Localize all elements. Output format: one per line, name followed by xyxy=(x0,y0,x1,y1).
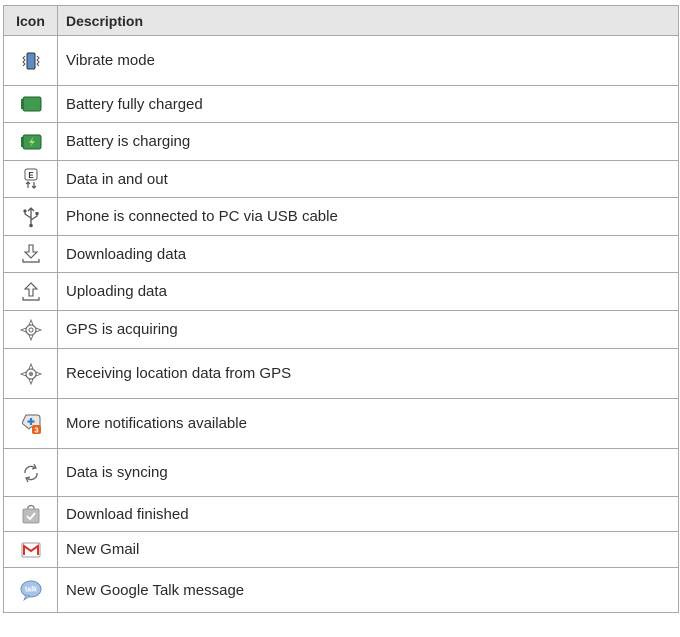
svg-text:E: E xyxy=(28,171,34,180)
gps-acquiring-icon xyxy=(19,318,42,341)
table-header-row: Icon Description xyxy=(3,5,679,36)
google-talk-icon: talk xyxy=(20,579,42,601)
row-description: Uploading data xyxy=(57,272,679,311)
table-row: Uploading data xyxy=(3,272,679,311)
table-row: Data is syncing xyxy=(3,448,679,497)
gmail-icon xyxy=(20,539,42,561)
table-row: Battery fully charged xyxy=(3,85,679,123)
usb-icon xyxy=(20,206,42,228)
row-description: Data is syncing xyxy=(57,448,679,497)
icon-table-container: Icon Description Vibrate mode Battery fu… xyxy=(3,5,679,613)
download-icon xyxy=(20,243,42,265)
status-icon-table: Icon Description Vibrate mode Battery fu… xyxy=(3,5,679,613)
table-row: E Data in and out xyxy=(3,160,679,198)
column-header-description: Description xyxy=(57,5,679,36)
row-description: Receiving location data from GPS xyxy=(57,348,679,399)
row-description: Data in and out xyxy=(57,160,679,198)
sync-icon xyxy=(20,462,42,484)
upload-icon xyxy=(20,281,42,303)
table-row: Phone is connected to PC via USB cable xyxy=(3,197,679,236)
row-description: Phone is connected to PC via USB cable xyxy=(57,197,679,236)
svg-text:talk: talk xyxy=(24,587,36,594)
table-row: Battery is charging xyxy=(3,122,679,161)
row-description: New Gmail xyxy=(57,531,679,568)
battery-charging-icon xyxy=(20,131,42,153)
vibrate-icon xyxy=(20,50,42,72)
table-row: Receiving location data from GPS xyxy=(3,348,679,399)
svg-text:3: 3 xyxy=(34,425,38,434)
download-finished-icon xyxy=(20,503,42,525)
row-description: New Google Talk message xyxy=(57,567,679,613)
more-notifications-icon: 3 xyxy=(20,413,42,435)
row-description: GPS is acquiring xyxy=(57,310,679,349)
table-row: GPS is acquiring xyxy=(3,310,679,349)
table-row: talk New Google Talk message xyxy=(3,567,679,613)
table-row: Downloading data xyxy=(3,235,679,273)
table-row: Vibrate mode xyxy=(3,35,679,86)
table-row: 3 More notifications available xyxy=(3,398,679,449)
table-row: Download finished xyxy=(3,496,679,532)
table-row: New Gmail xyxy=(3,531,679,568)
column-header-icon: Icon xyxy=(3,5,58,36)
row-description: Vibrate mode xyxy=(57,35,679,86)
row-description: Download finished xyxy=(57,496,679,532)
row-description: Downloading data xyxy=(57,235,679,273)
row-description: Battery is charging xyxy=(57,122,679,161)
data-in-out-icon: E xyxy=(20,168,42,190)
row-description: More notifications available xyxy=(57,398,679,449)
gps-receiving-icon xyxy=(19,362,42,385)
row-description: Battery fully charged xyxy=(57,85,679,123)
battery-full-icon xyxy=(20,93,42,115)
